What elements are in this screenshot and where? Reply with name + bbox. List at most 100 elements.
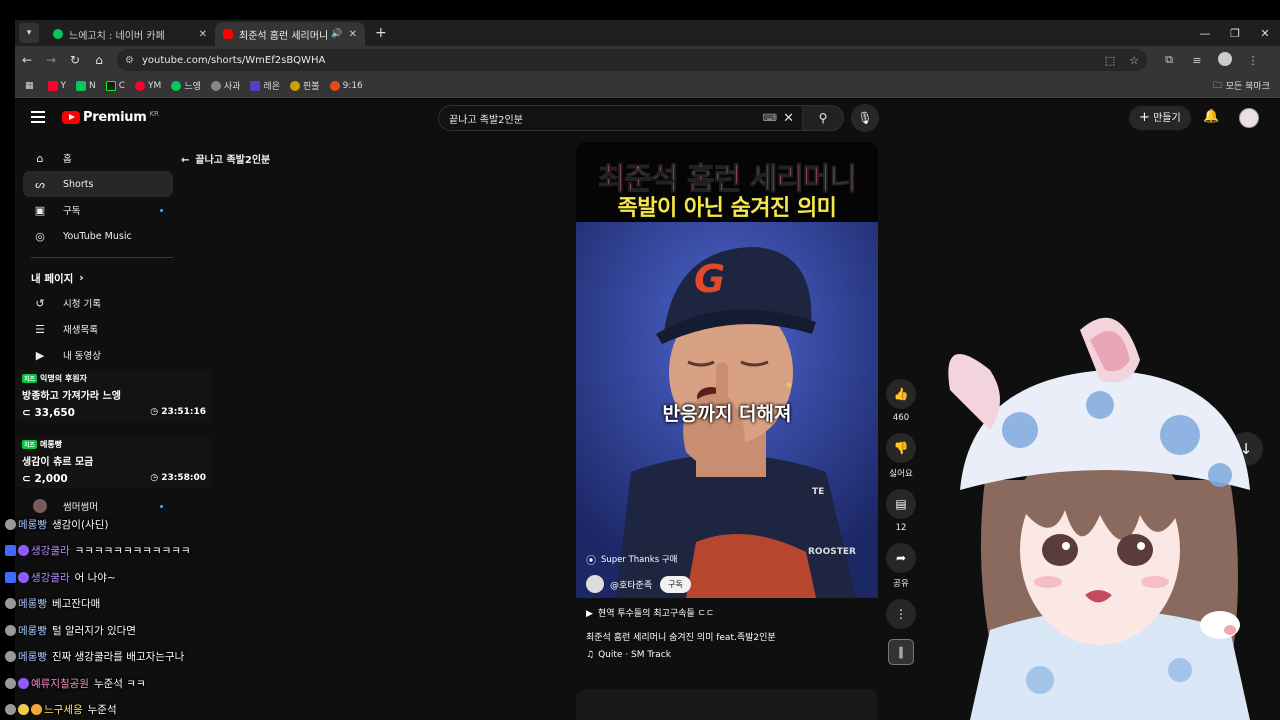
bookmark-label: 9:16: [342, 80, 363, 91]
create-button[interactable]: + 만들기: [1129, 106, 1191, 130]
sidebar-item-playlists[interactable]: ☰ 재생목록: [23, 316, 173, 342]
donation-time: 23:58:00: [161, 473, 206, 483]
short-actions: 👍 460 👎 싫어요 ▤ 12 ➦ 공유 ⋮ ∥: [885, 379, 917, 675]
back-arrow-icon[interactable]: ←: [15, 53, 39, 67]
donor-name: 익명의 후원자: [40, 374, 87, 383]
region-code: KR: [149, 109, 159, 118]
mouse-badge-icon: [5, 624, 16, 636]
browser-tab-bar: ▾ 느에고치 : 네이버 카페 ✕ 최준석 홈런 세리머니 숨겨진 🔊 ✕ + …: [15, 20, 1280, 46]
sidebar-divider: [31, 257, 173, 258]
comment-count: 12: [895, 523, 907, 533]
browser-menu-icon[interactable]: ⋮: [1239, 54, 1267, 67]
thumbs-down-icon[interactable]: 👎: [886, 433, 916, 463]
youtube-premium-logo[interactable]: Premium KR: [62, 110, 159, 125]
stream-chat-overlay: 메롱빵 생감이(사딘) 생강쿨라 ㅋㅋㅋㅋㅋㅋㅋㅋㅋㅋㅋㅋ 생강쿨라 어 나야~ 메롱…: [5, 511, 245, 720]
clear-search-icon[interactable]: ✕: [783, 111, 794, 126]
keyboard-icon[interactable]: ⌨: [763, 113, 777, 124]
bookmark-item[interactable]: N: [76, 80, 96, 91]
sound-wave-icon[interactable]: ∥: [888, 639, 914, 665]
install-app-icon[interactable]: ⬚: [1105, 54, 1115, 67]
all-bookmarks[interactable]: 🗀 모든 북마크: [1213, 78, 1270, 94]
create-label: 만들기: [1153, 113, 1181, 124]
share-icon[interactable]: ➦: [886, 543, 916, 573]
you-header-label: 내 페이지: [31, 272, 74, 285]
sidebar-item-shorts[interactable]: ᔕ Shorts: [23, 171, 173, 197]
super-thanks-button[interactable]: ⦿ Super Thanks 구매: [586, 550, 677, 568]
bookmark-star-icon[interactable]: ☆: [1129, 54, 1139, 67]
tab-search-button[interactable]: ▾: [19, 23, 39, 43]
sidebar-item-home[interactable]: ⌂ 홈: [23, 145, 173, 171]
music-link[interactable]: ♫ Quite · SM Track: [586, 650, 671, 660]
shorts-player[interactable]: 최준석 홈런 세리머니 족발이 아닌 숨겨진 의미 G TE ROOSTER 반…: [576, 142, 878, 678]
search-box[interactable]: 끝나고 족발2인분 ⌨ ✕: [438, 105, 803, 131]
folder-icon: 🗀: [1212, 80, 1222, 91]
bookmark-item[interactable]: 느엥: [171, 79, 201, 92]
chat-nick: 생강쿨라: [31, 545, 70, 558]
bookmark-item[interactable]: 핀볼: [290, 79, 320, 92]
naver-cafe-favicon-icon: [53, 29, 63, 39]
channel-name[interactable]: @호타준족: [610, 578, 652, 591]
dislike-label: 싫어요: [889, 469, 913, 479]
tab-youtube[interactable]: 최준석 홈런 세리머니 숨겨진 🔊 ✕: [215, 22, 365, 46]
chat-line: 느구세응 누준석: [5, 697, 245, 720]
sidebar-item-youtube-music[interactable]: ◎ YouTube Music: [23, 223, 173, 249]
search-button[interactable]: ⚲: [802, 105, 844, 131]
thumbs-up-icon[interactable]: 👍: [886, 379, 916, 409]
media-control-icon[interactable]: ≡: [1183, 54, 1211, 67]
more-options-icon[interactable]: ⋮: [886, 599, 916, 629]
comment-icon[interactable]: ▤: [886, 489, 916, 519]
notifications-bell-icon[interactable]: 🔔: [1203, 109, 1219, 124]
sidebar-you-header[interactable]: 내 페이지 ›: [23, 266, 173, 290]
bookmark-item[interactable]: YM: [135, 80, 161, 91]
audio-playing-icon[interactable]: 🔊: [331, 29, 342, 39]
reload-icon[interactable]: ↻: [63, 53, 87, 67]
extensions-icon[interactable]: ⧉: [1155, 53, 1183, 67]
super-thanks-icon: ⦿: [586, 555, 596, 567]
sidebar: ⌂ 홈 ᔕ Shorts ▣ 구독 ◎ YouTube Music 내 페이지 › ↺ 시청…: [23, 145, 173, 513]
profile-avatar[interactable]: [1211, 51, 1239, 69]
site-info-icon[interactable]: ⚙: [125, 55, 134, 66]
bookmark-label: 느엥: [184, 82, 201, 92]
tab-naver-cafe[interactable]: 느에고치 : 네이버 카페 ✕: [45, 22, 215, 46]
cheese-icon: ⊂: [22, 473, 31, 485]
bookmark-item[interactable]: 레온: [250, 79, 280, 92]
search-icon: ⚲: [818, 111, 828, 125]
new-tab-plus-icon[interactable]: +: [375, 25, 387, 41]
voice-search-button[interactable]: 🎙: [851, 104, 879, 132]
close-tab-icon[interactable]: ✕: [199, 29, 207, 40]
music-note-icon: ♫: [586, 650, 595, 660]
bookmark-item[interactable]: Y: [47, 80, 66, 91]
heart-badge-icon: [18, 677, 29, 689]
bookmark-item[interactable]: 사과: [210, 79, 240, 92]
sidebar-item-your-videos[interactable]: ▶ 내 동영상: [23, 342, 173, 368]
sidebar-label: YouTube Music: [63, 230, 132, 242]
sidebar-item-history[interactable]: ↺ 시청 기록: [23, 290, 173, 316]
minimize-icon[interactable]: —: [1190, 27, 1220, 40]
new-content-dot: [160, 208, 163, 212]
bookmark-label: 레온: [263, 82, 280, 92]
hamburger-menu-icon[interactable]: [31, 111, 45, 123]
pencil-badge-icon: [5, 545, 16, 557]
close-window-icon[interactable]: ✕: [1250, 27, 1280, 40]
donation-card: 치즈 익명의 후원자 방종하고 가져가라 느엥 ⊂ 33,650 ◷ 23:51:…: [16, 370, 212, 422]
related-video-link[interactable]: ▶ 현역 투수들의 최고구속들 ㄷㄷ: [586, 606, 714, 619]
account-avatar[interactable]: [1239, 108, 1259, 128]
channel-avatar[interactable]: [586, 575, 604, 593]
bookmark-item[interactable]: 9:16: [329, 80, 363, 91]
like-action: 👍 460: [885, 379, 917, 423]
smile-badge-icon: [31, 704, 42, 716]
donation-time: 23:51:16: [161, 407, 206, 417]
home-icon[interactable]: ⌂: [87, 53, 111, 67]
sidebar-item-subscriptions[interactable]: ▣ 구독: [23, 197, 173, 223]
subscribe-button[interactable]: 구독: [660, 575, 691, 593]
next-short-preview[interactable]: [576, 689, 878, 720]
restore-icon[interactable]: ❐: [1220, 27, 1250, 40]
search-input[interactable]: 끝나고 족발2인분: [449, 111, 763, 126]
forward-arrow-icon[interactable]: →: [39, 53, 63, 67]
address-bar[interactable]: ⚙ youtube.com/shorts/WmEf2sBQWHA ⬚ ☆: [117, 49, 1147, 71]
back-to-search[interactable]: ← 끝나고 족발2인분: [181, 151, 270, 166]
bookmark-item[interactable]: C: [105, 80, 125, 91]
music-icon: ◎: [35, 229, 45, 243]
close-tab-icon[interactable]: ✕: [349, 29, 357, 40]
apps-grid-icon[interactable]: ▦: [25, 81, 34, 91]
